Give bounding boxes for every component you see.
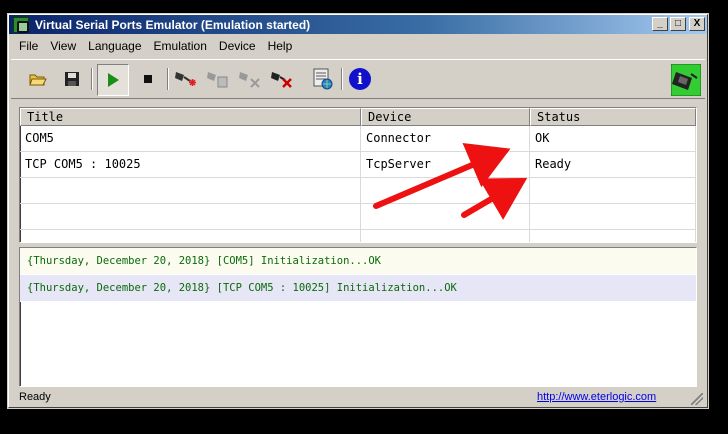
- status-text: Ready: [19, 391, 51, 403]
- save-button[interactable]: [59, 66, 85, 92]
- cell-status: OK: [530, 126, 696, 151]
- status-bar: Ready http://www.eterlogic.com: [11, 389, 705, 406]
- table-row[interactable]: TCP COM5 : 10025 TcpServer Ready: [20, 152, 696, 178]
- log-entry: {Thursday, December 20, 2018} [COM5] Ini…: [20, 248, 696, 275]
- toolbar-separator: [91, 68, 93, 90]
- cell-title: [20, 178, 361, 203]
- cell-status: [530, 230, 696, 242]
- device-grid: Title Device Status COM5 Connector OK TC…: [19, 107, 697, 243]
- cell-title: [20, 230, 361, 242]
- stop-button[interactable]: [135, 66, 161, 92]
- maximize-button[interactable]: □: [670, 17, 686, 31]
- cell-device: Connector: [361, 126, 530, 151]
- log-entry: {Thursday, December 20, 2018} [TCP COM5 …: [20, 275, 696, 302]
- save-icon: [65, 72, 79, 86]
- delete-device-button[interactable]: [269, 66, 295, 92]
- cell-device: [361, 230, 530, 242]
- app-icon: [13, 16, 29, 33]
- table-row[interactable]: [20, 178, 696, 204]
- logo-button: [671, 64, 701, 96]
- cell-status: [530, 204, 696, 229]
- cell-device: [361, 204, 530, 229]
- menu-view[interactable]: View: [44, 38, 82, 56]
- minimize-button[interactable]: _: [652, 17, 668, 31]
- resize-grip-icon[interactable]: [691, 393, 703, 405]
- open-button[interactable]: [25, 66, 51, 92]
- table-row[interactable]: [20, 230, 696, 242]
- stop-icon: [144, 75, 152, 83]
- caption-buttons: _ □ X: [650, 17, 705, 31]
- cell-device: [361, 178, 530, 203]
- about-icon: i: [349, 68, 371, 90]
- menu-file[interactable]: File: [13, 38, 44, 56]
- main-window: Virtual Serial Ports Emulator (Emulation…: [8, 14, 708, 408]
- cell-device: TcpServer: [361, 152, 530, 177]
- table-row[interactable]: COM5 Connector OK: [20, 126, 696, 152]
- about-button[interactable]: i: [347, 66, 373, 92]
- menu-bar: File View Language Emulation Device Help: [13, 38, 298, 56]
- column-device[interactable]: Device: [361, 108, 530, 126]
- logo-icon: [671, 64, 701, 96]
- create-device-button[interactable]: [173, 66, 199, 92]
- svg-text:i: i: [357, 70, 363, 88]
- menu-emulation[interactable]: Emulation: [148, 38, 213, 56]
- table-row[interactable]: [20, 204, 696, 230]
- column-title[interactable]: Title: [20, 108, 361, 126]
- device-list-icon: [313, 68, 333, 90]
- start-button[interactable]: [97, 64, 129, 96]
- cell-title: [20, 204, 361, 229]
- cell-title: TCP COM5 : 10025: [20, 152, 361, 177]
- create-device-icon: [175, 72, 196, 86]
- menu-help[interactable]: Help: [262, 38, 299, 56]
- edit-device-button[interactable]: [205, 66, 231, 92]
- menu-language[interactable]: Language: [82, 38, 147, 56]
- title-bar[interactable]: Virtual Serial Ports Emulator (Emulation…: [9, 15, 707, 34]
- device-list-button[interactable]: [309, 66, 335, 92]
- grid-header: Title Device Status: [20, 108, 696, 126]
- window-title: Virtual Serial Ports Emulator (Emulation…: [35, 17, 311, 32]
- website-link[interactable]: http://www.eterlogic.com: [537, 389, 656, 405]
- cell-title: COM5: [20, 126, 361, 151]
- disable-device-icon: [239, 72, 260, 88]
- toolbar: i: [11, 59, 705, 99]
- close-button[interactable]: X: [689, 17, 705, 31]
- cell-status: Ready: [530, 152, 696, 177]
- menu-device[interactable]: Device: [213, 38, 262, 56]
- edit-device-icon: [207, 72, 228, 88]
- delete-device-icon: [271, 72, 292, 88]
- toolbar-separator: [167, 68, 169, 90]
- open-icon: [29, 74, 47, 86]
- toolbar-separator: [341, 68, 343, 90]
- column-status[interactable]: Status: [530, 108, 696, 126]
- log-panel[interactable]: {Thursday, December 20, 2018} [COM5] Ini…: [19, 247, 697, 387]
- cell-status: [530, 178, 696, 203]
- disable-device-button[interactable]: [237, 66, 263, 92]
- start-icon: [108, 73, 119, 87]
